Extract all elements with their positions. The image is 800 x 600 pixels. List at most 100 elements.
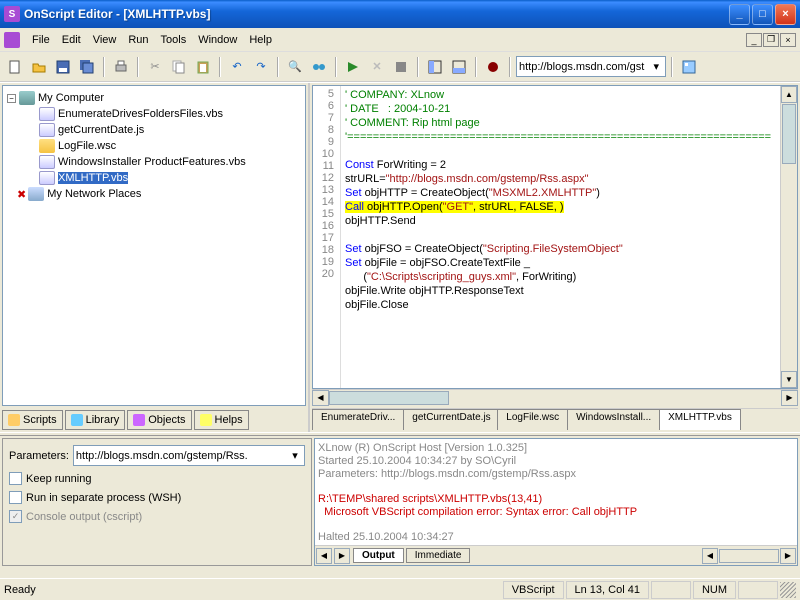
- immediate-tab[interactable]: Immediate: [406, 548, 471, 563]
- status-numlock: NUM: [693, 581, 736, 599]
- objects-icon: [133, 414, 145, 426]
- tree-item-active[interactable]: XMLHTTP.vbs: [7, 170, 301, 186]
- dropdown-icon[interactable]: ▾: [288, 449, 302, 462]
- mdi-restore-button[interactable]: ❐: [763, 33, 779, 47]
- menu-file[interactable]: File: [26, 32, 56, 48]
- status-position: Ln 13, Col 41: [566, 581, 649, 599]
- find-button[interactable]: 🔍: [284, 56, 306, 78]
- scroll-left-icon[interactable]: ◀: [312, 390, 329, 406]
- cut-button[interactable]: ✂: [144, 56, 166, 78]
- line-gutter: 567891011121314151617181920: [313, 86, 341, 388]
- undo-button[interactable]: ↶: [226, 56, 248, 78]
- parameters-combo[interactable]: ▾: [73, 445, 305, 466]
- file-tab[interactable]: LogFile.wsc: [497, 409, 568, 430]
- scroll-down-icon[interactable]: ▼: [781, 371, 797, 388]
- scroll-left-icon[interactable]: ◀: [702, 548, 718, 564]
- output-text[interactable]: XLnow (R) OnScript Host [Version 1.0.325…: [315, 439, 797, 545]
- mdi-close-button[interactable]: ×: [780, 33, 796, 47]
- save-button[interactable]: [52, 56, 74, 78]
- toggle-pane2-button[interactable]: [448, 56, 470, 78]
- scroll-up-icon[interactable]: ▲: [781, 86, 797, 103]
- open-button[interactable]: [28, 56, 50, 78]
- checkbox-keep-running[interactable]: Keep running: [9, 472, 305, 485]
- tree-item[interactable]: LogFile.wsc: [7, 138, 301, 154]
- help-icon: [200, 414, 212, 426]
- save-all-button[interactable]: [76, 56, 98, 78]
- stop-button[interactable]: [390, 56, 412, 78]
- disconnect-icon: ✖: [17, 188, 26, 201]
- checkbox-icon: ✓: [9, 510, 22, 523]
- resize-grip-icon[interactable]: [780, 582, 796, 598]
- tab-helps[interactable]: Helps: [194, 410, 249, 430]
- redo-button[interactable]: ↷: [250, 56, 272, 78]
- editor-vscrollbar[interactable]: ▲▼: [780, 86, 797, 388]
- mdi-minimize-button[interactable]: _: [746, 33, 762, 47]
- print-button[interactable]: [110, 56, 132, 78]
- scroll-right-icon[interactable]: ▶: [781, 390, 798, 406]
- script-icon: [39, 107, 55, 121]
- app-icon: S: [4, 6, 20, 22]
- parameters-input[interactable]: [76, 450, 288, 462]
- tree-item[interactable]: EnumerateDrivesFoldersFiles.vbs: [7, 106, 301, 122]
- copy-button[interactable]: [168, 56, 190, 78]
- explorer-tabs: Scripts Library Objects Helps: [0, 408, 308, 432]
- titlebar: S OnScript Editor - [XMLHTTP.vbs] _ □ ×: [0, 0, 800, 28]
- tab-scripts[interactable]: Scripts: [2, 410, 63, 430]
- menu-app-icon: [4, 32, 20, 48]
- checkbox-icon[interactable]: [9, 472, 22, 485]
- script-icon: [39, 171, 55, 185]
- menu-help[interactable]: Help: [243, 32, 278, 48]
- tab-objects[interactable]: Objects: [127, 410, 191, 430]
- address-combo[interactable]: ▾: [516, 56, 666, 77]
- output-hscroll[interactable]: [719, 549, 779, 563]
- code-editor[interactable]: 567891011121314151617181920 ' COMPANY: X…: [312, 85, 798, 389]
- menu-run[interactable]: Run: [122, 32, 154, 48]
- minimize-button[interactable]: _: [729, 4, 750, 25]
- scroll-thumb[interactable]: [329, 391, 449, 405]
- close-button[interactable]: ×: [775, 4, 796, 25]
- menu-edit[interactable]: Edit: [56, 32, 87, 48]
- tab-scroll-right-icon[interactable]: ▶: [334, 548, 350, 564]
- stop-run-button[interactable]: ✕: [366, 56, 388, 78]
- menu-window[interactable]: Window: [192, 32, 243, 48]
- breakpoint-button[interactable]: [482, 56, 504, 78]
- bookmark-button[interactable]: [308, 56, 330, 78]
- output-pane: XLnow (R) OnScript Host [Version 1.0.325…: [314, 438, 798, 566]
- status-ready: Ready: [4, 584, 36, 596]
- output-tab[interactable]: Output: [353, 548, 404, 563]
- tree-view[interactable]: −My Computer EnumerateDrivesFoldersFiles…: [2, 85, 306, 406]
- file-tab[interactable]: WindowsInstall...: [567, 409, 660, 430]
- tree-item[interactable]: getCurrentDate.js: [7, 122, 301, 138]
- file-tab[interactable]: EnumerateDriv...: [312, 409, 404, 430]
- statusbar: Ready VBScript Ln 13, Col 41 NUM: [0, 578, 800, 600]
- tree-item[interactable]: WindowsInstaller ProductFeatures.vbs: [7, 154, 301, 170]
- menu-tools[interactable]: Tools: [155, 32, 193, 48]
- address-input[interactable]: [519, 61, 649, 73]
- toggle-pane1-button[interactable]: [424, 56, 446, 78]
- menubar: File Edit View Run Tools Window Help _ ❐…: [0, 28, 800, 52]
- collapse-icon[interactable]: −: [7, 94, 16, 103]
- computer-icon: [19, 91, 35, 105]
- scroll-thumb[interactable]: [782, 104, 796, 164]
- tab-library[interactable]: Library: [65, 410, 126, 430]
- file-tab-active[interactable]: XMLHTTP.vbs: [659, 409, 741, 430]
- scroll-right-icon[interactable]: ▶: [780, 548, 796, 564]
- maximize-button[interactable]: □: [752, 4, 773, 25]
- checkbox-separate-process[interactable]: Run in separate process (WSH): [9, 491, 305, 504]
- tree-root-computer[interactable]: −My Computer: [7, 90, 301, 106]
- network-icon: [28, 187, 44, 201]
- tree-root-network[interactable]: ✖My Network Places: [7, 186, 301, 202]
- file-tab[interactable]: getCurrentDate.js: [403, 409, 498, 430]
- options-button[interactable]: [678, 56, 700, 78]
- tab-scroll-left-icon[interactable]: ◀: [316, 548, 332, 564]
- editor-hscrollbar[interactable]: ◀▶: [312, 389, 798, 406]
- menu-view[interactable]: View: [87, 32, 123, 48]
- checkbox-icon[interactable]: [9, 491, 22, 504]
- dropdown-icon[interactable]: ▾: [649, 60, 663, 73]
- code-area[interactable]: ' COMPANY: XLnow ' DATE : 2004-10-21 ' C…: [341, 86, 780, 388]
- script-icon: [39, 123, 55, 137]
- new-button[interactable]: [4, 56, 26, 78]
- paste-button[interactable]: [192, 56, 214, 78]
- editor-pane: 567891011121314151617181920 ' COMPANY: X…: [312, 85, 798, 430]
- run-button[interactable]: [342, 56, 364, 78]
